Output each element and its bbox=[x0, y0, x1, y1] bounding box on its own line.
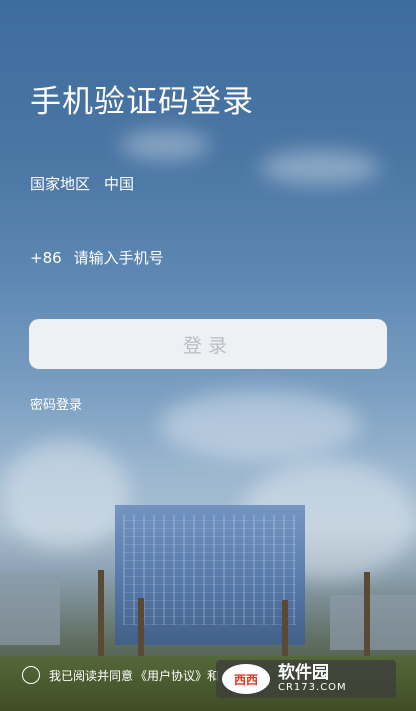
lamp-pole bbox=[98, 570, 104, 665]
user-agreement-link[interactable]: 《用户协议》 bbox=[135, 667, 207, 684]
region-value: 中国 bbox=[104, 175, 135, 193]
page-title: 手机验证码登录 bbox=[30, 84, 254, 120]
cloud bbox=[160, 390, 360, 460]
watermark-logo: 西西 bbox=[222, 664, 270, 694]
agreement-prefix: 我已阅读并同意 bbox=[49, 668, 134, 683]
watermark-url: CR173.COM bbox=[278, 681, 347, 693]
lamp-pole bbox=[364, 572, 370, 664]
watermark: 西西 软件园 CR173.COM bbox=[216, 660, 396, 698]
watermark-name: 软件园 bbox=[278, 662, 329, 683]
cloud bbox=[120, 130, 210, 160]
lamp-pole bbox=[282, 600, 288, 658]
cloud bbox=[260, 150, 380, 185]
login-button[interactable]: 登录 bbox=[29, 319, 387, 369]
cloud bbox=[0, 440, 130, 550]
region-selector[interactable]: 国家地区 中国 bbox=[30, 173, 134, 194]
side-building bbox=[330, 595, 416, 650]
login-screen: 手机验证码登录 国家地区 中国 +86 请输入手机号 登录 密码登录 我已阅读并同意… bbox=[0, 0, 416, 711]
phone-input[interactable]: 请输入手机号 bbox=[74, 249, 164, 267]
agreement-row: 我已阅读并同意 《用户协议》 和 bbox=[22, 666, 219, 684]
region-label: 国家地区 bbox=[30, 175, 91, 193]
lamp-pole bbox=[138, 598, 144, 658]
phone-input-row[interactable]: +86 请输入手机号 bbox=[30, 247, 164, 268]
side-building bbox=[0, 575, 60, 645]
password-login-link[interactable]: 密码登录 bbox=[30, 394, 82, 413]
country-code[interactable]: +86 bbox=[30, 249, 62, 267]
agree-radio[interactable] bbox=[22, 666, 40, 684]
